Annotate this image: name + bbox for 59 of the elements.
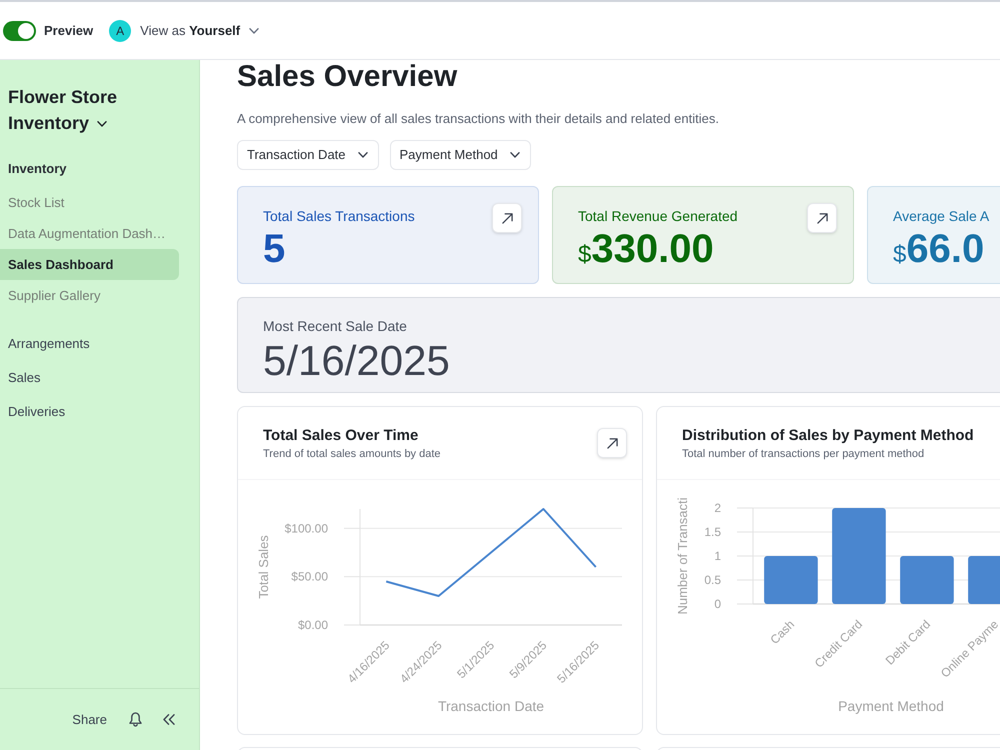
axis-title: Payment Method	[838, 698, 944, 714]
view-as-dropdown[interactable]: View as Yourself	[140, 20, 260, 40]
chevron-down-icon	[510, 152, 520, 158]
chevron-down-icon	[249, 28, 260, 34]
axis-title: Total Sales	[256, 535, 271, 599]
stat-value: 330.00	[591, 229, 714, 269]
filter-dropdown[interactable]: Payment Method	[390, 140, 531, 170]
axis-tick-label: 0	[714, 597, 721, 611]
toggle-label: Preview	[44, 22, 94, 40]
stat-value: 5	[263, 229, 286, 269]
bar	[968, 556, 1000, 604]
axis-title: Transaction Date	[438, 698, 544, 714]
axis-tick-label: $100.00	[284, 521, 328, 536]
nav-item[interactable]: Sales	[0, 361, 179, 395]
nav-item[interactable]: Sales Dashboard	[0, 249, 179, 280]
axis-tick-label: 1.5	[704, 525, 721, 539]
arrow-up-right-icon	[502, 212, 512, 224]
axis-tick-label: $0.00	[298, 618, 328, 632]
stat-title: Total Revenue Generated	[578, 207, 738, 226]
nav-item[interactable]: Stock List	[0, 187, 179, 218]
stat-title: Average Sale A	[893, 207, 990, 226]
share-button[interactable]: Share	[72, 710, 107, 730]
nav-item[interactable]: Inventory	[0, 152, 179, 186]
expand-button[interactable]	[597, 428, 627, 458]
stat-title: Most Recent Sale Date	[263, 317, 408, 336]
chevron-down-icon	[358, 152, 368, 158]
bar	[900, 556, 954, 604]
notifications-bell-icon[interactable]	[129, 712, 142, 727]
avatar: A	[109, 20, 132, 42]
arrow-up-right-icon	[606, 438, 618, 448]
stat-value: 66.0	[906, 229, 984, 269]
chart-title: Distribution of Sales by Payment Method	[682, 426, 974, 446]
axis-tick-label: $50.00	[291, 570, 328, 584]
page-title: Sales Overview	[237, 60, 458, 95]
nav-item[interactable]: Arrangements	[0, 327, 179, 361]
stat-value: 5/16/2025	[263, 340, 451, 382]
currency-symbol: $	[578, 243, 592, 267]
axis-tick-label: 1	[714, 549, 721, 563]
chart-title: Total Sales Over Time	[263, 426, 420, 446]
axis-tick-label: 2	[714, 501, 721, 515]
collapse-sidebar-icon[interactable]	[163, 714, 175, 725]
chart-subtitle: Total number of transactions per payment method	[682, 447, 926, 462]
currency-symbol: $	[893, 243, 906, 267]
filter-dropdown[interactable]: Transaction Date	[237, 140, 379, 170]
chart-subtitle: Trend of total sales amounts by date	[263, 447, 441, 462]
stat-title: Total Sales Transactions	[263, 207, 415, 226]
nav-item[interactable]: Data Augmentation Dash…	[0, 218, 179, 249]
expand-button[interactable]	[807, 203, 837, 233]
arrow-up-right-icon	[816, 212, 828, 224]
workspace-title[interactable]: Flower Store Inventory	[8, 84, 158, 136]
nav-item[interactable]: Supplier Gallery	[0, 280, 179, 311]
axis-title: Number of Transacti	[675, 497, 690, 615]
page-description: A comprehensive view of all sales transactions with their details and related entities.	[237, 110, 720, 128]
axis-tick-label: 0.5	[704, 573, 721, 587]
expand-button[interactable]	[492, 203, 522, 233]
preview-toggle[interactable]	[3, 20, 36, 40]
bar	[764, 556, 818, 604]
chevron-down-icon	[97, 121, 108, 128]
nav-item[interactable]: Deliveries	[0, 395, 179, 429]
